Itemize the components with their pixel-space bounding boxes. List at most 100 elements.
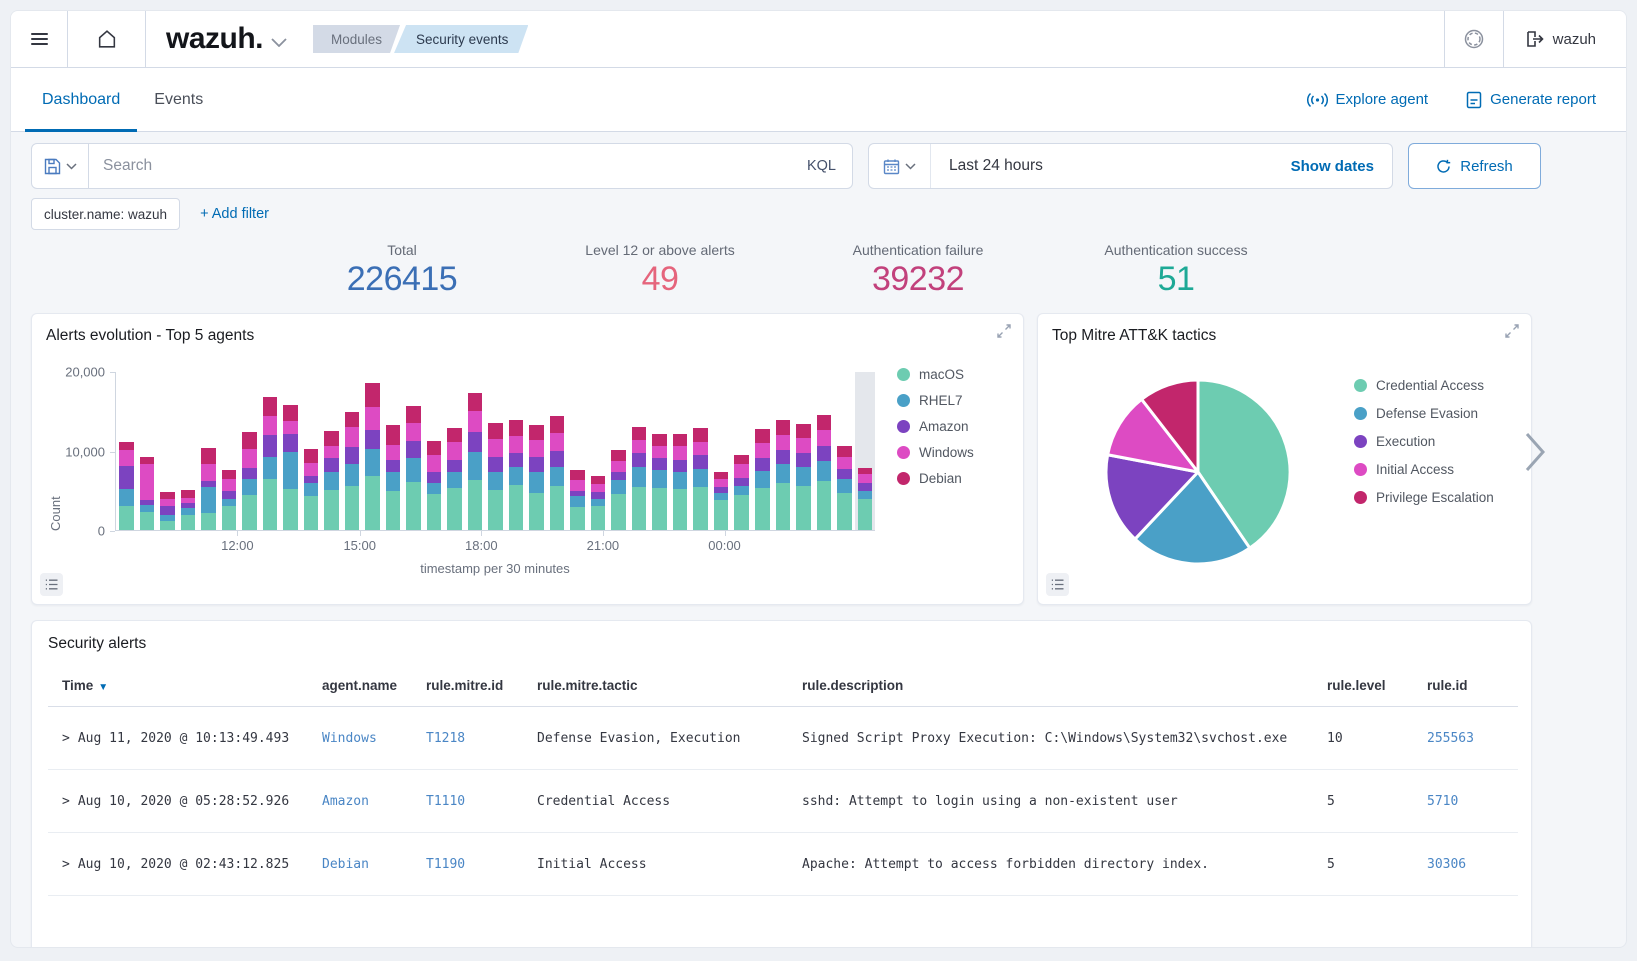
bar-segment-debian[interactable] bbox=[611, 450, 626, 461]
bar-segment-rhel7[interactable] bbox=[509, 467, 524, 485]
add-filter-button[interactable]: + Add filter bbox=[200, 206, 269, 222]
bar-segment-windows[interactable] bbox=[776, 435, 791, 450]
bar-segment-debian[interactable] bbox=[345, 412, 360, 427]
bar-segment-amazon[interactable] bbox=[734, 478, 749, 486]
bar-segment-amazon[interactable] bbox=[160, 506, 175, 515]
menu-button[interactable] bbox=[11, 11, 67, 67]
bar-segment-rhel7[interactable] bbox=[591, 499, 606, 506]
bar-segment-rhel7[interactable] bbox=[796, 467, 811, 486]
bar-segment-macos[interactable] bbox=[222, 506, 237, 530]
bar-segment-amazon[interactable] bbox=[837, 469, 852, 479]
bar-segment-macos[interactable] bbox=[201, 513, 216, 530]
cell-rule-id[interactable]: 30306 bbox=[1427, 857, 1518, 872]
bar-segment-debian[interactable] bbox=[365, 383, 380, 407]
bar-segment-macos[interactable] bbox=[447, 488, 462, 530]
bar-segment-amazon[interactable] bbox=[222, 491, 237, 500]
bar-segment-debian[interactable] bbox=[509, 420, 524, 436]
bar-segment-rhel7[interactable] bbox=[324, 472, 339, 489]
bar-segment-macos[interactable] bbox=[796, 486, 811, 530]
generate-report-button[interactable]: Generate report bbox=[1466, 91, 1596, 109]
bar-segment-amazon[interactable] bbox=[406, 441, 421, 458]
legend-item-debian[interactable]: Debian bbox=[897, 471, 974, 486]
bar-segment-debian[interactable] bbox=[119, 442, 134, 450]
legend-item-amazon[interactable]: Amazon bbox=[897, 419, 974, 434]
bar-segment-windows[interactable] bbox=[447, 442, 462, 459]
bar-segment-macos[interactable] bbox=[304, 496, 319, 530]
cell-agent-name[interactable]: Debian bbox=[322, 857, 426, 872]
saved-queries-button[interactable] bbox=[32, 144, 89, 188]
bar-segment-rhel7[interactable] bbox=[714, 493, 729, 500]
bar-segment-rhel7[interactable] bbox=[693, 469, 708, 487]
bar-segment-macos[interactable] bbox=[468, 480, 483, 530]
bar-segment-amazon[interactable] bbox=[755, 458, 770, 471]
bar-segment-debian[interactable] bbox=[283, 405, 298, 421]
bar-segment-macos[interactable] bbox=[119, 506, 134, 530]
bar-segment-macos[interactable] bbox=[632, 487, 647, 530]
legend-item-macos[interactable]: macOS bbox=[897, 367, 974, 382]
health-status-button[interactable] bbox=[1445, 11, 1503, 67]
legend-item-rhel7[interactable]: RHEL7 bbox=[897, 393, 974, 408]
legend-item-defense-evasion[interactable]: Defense Evasion bbox=[1354, 406, 1494, 421]
bar-segment-rhel7[interactable] bbox=[652, 470, 667, 488]
bar-segment-amazon[interactable] bbox=[242, 468, 257, 479]
bar-segment-macos[interactable] bbox=[550, 486, 565, 530]
bar-segment-amazon[interactable] bbox=[345, 447, 360, 464]
cell-rule-mitre-id[interactable]: T1218 bbox=[426, 731, 537, 746]
bar-segment-debian[interactable] bbox=[447, 428, 462, 442]
cell-agent-name[interactable]: Amazon bbox=[322, 794, 426, 809]
bar-segment-debian[interactable] bbox=[386, 425, 401, 445]
expand-panel-icon[interactable] bbox=[1505, 324, 1519, 338]
bar-segment-amazon[interactable] bbox=[119, 466, 134, 489]
bar-segment-macos[interactable] bbox=[160, 521, 175, 530]
bar-segment-debian[interactable] bbox=[714, 472, 729, 479]
bar-segment-windows[interactable] bbox=[119, 450, 134, 466]
bar-segment-macos[interactable] bbox=[140, 512, 155, 530]
bar-segment-amazon[interactable] bbox=[324, 458, 339, 472]
column-header-agent-name[interactable]: agent.name bbox=[322, 678, 426, 693]
legend-item-privilege-escalation[interactable]: Privilege Escalation bbox=[1354, 490, 1494, 505]
legend-toggle-button[interactable] bbox=[1046, 573, 1069, 596]
row-expand-icon[interactable]: > bbox=[62, 731, 70, 746]
app-switcher-chevron-icon[interactable] bbox=[271, 38, 287, 47]
breadcrumb-security-events[interactable]: Security events bbox=[394, 25, 528, 53]
bar-segment-debian[interactable] bbox=[304, 449, 319, 463]
bar-segment-macos[interactable] bbox=[242, 495, 257, 530]
bar-segment-amazon[interactable] bbox=[693, 455, 708, 469]
bar-segment-debian[interactable] bbox=[632, 427, 647, 440]
bar-segment-windows[interactable] bbox=[283, 421, 298, 434]
bar-segment-windows[interactable] bbox=[817, 430, 832, 446]
bar-segment-amazon[interactable] bbox=[427, 472, 442, 482]
bar-segment-macos[interactable] bbox=[427, 494, 442, 530]
bar-segment-macos[interactable] bbox=[837, 493, 852, 530]
bar-segment-windows[interactable] bbox=[632, 440, 647, 453]
bar-segment-rhel7[interactable] bbox=[858, 491, 873, 500]
bar-segment-amazon[interactable] bbox=[468, 432, 483, 452]
bar-segment-windows[interactable] bbox=[386, 445, 401, 460]
bar-segment-windows[interactable] bbox=[529, 440, 544, 457]
bar-segment-windows[interactable] bbox=[365, 407, 380, 430]
bar-segment-macos[interactable] bbox=[858, 499, 873, 530]
bar-segment-rhel7[interactable] bbox=[468, 452, 483, 480]
bar-segment-windows[interactable] bbox=[550, 433, 565, 451]
bar-segment-macos[interactable] bbox=[324, 490, 339, 530]
row-expand-icon[interactable]: > bbox=[62, 857, 70, 872]
bar-segment-macos[interactable] bbox=[509, 485, 524, 530]
bar-segment-debian[interactable] bbox=[776, 420, 791, 435]
bar-segment-rhel7[interactable] bbox=[427, 483, 442, 494]
bar-segment-macos[interactable] bbox=[406, 482, 421, 530]
bar-segment-windows[interactable] bbox=[201, 464, 216, 481]
bar-segment-windows[interactable] bbox=[673, 446, 688, 459]
bar-segment-macos[interactable] bbox=[386, 491, 401, 530]
bar-segment-windows[interactable] bbox=[714, 479, 729, 487]
bar-segment-windows[interactable] bbox=[591, 484, 606, 492]
bar-segment-rhel7[interactable] bbox=[263, 457, 278, 479]
cell-rule-id[interactable]: 5710 bbox=[1427, 794, 1518, 809]
tab-dashboard[interactable]: Dashboard bbox=[25, 68, 137, 131]
bar-segment-macos[interactable] bbox=[591, 506, 606, 530]
legend-toggle-button[interactable] bbox=[40, 573, 63, 596]
cell-agent-name[interactable]: Windows bbox=[322, 731, 426, 746]
column-header-rule-description[interactable]: rule.description bbox=[802, 678, 1327, 693]
bar-segment-amazon[interactable] bbox=[488, 457, 503, 472]
bar-segment-macos[interactable] bbox=[776, 483, 791, 530]
bar-segment-debian[interactable] bbox=[570, 470, 585, 480]
